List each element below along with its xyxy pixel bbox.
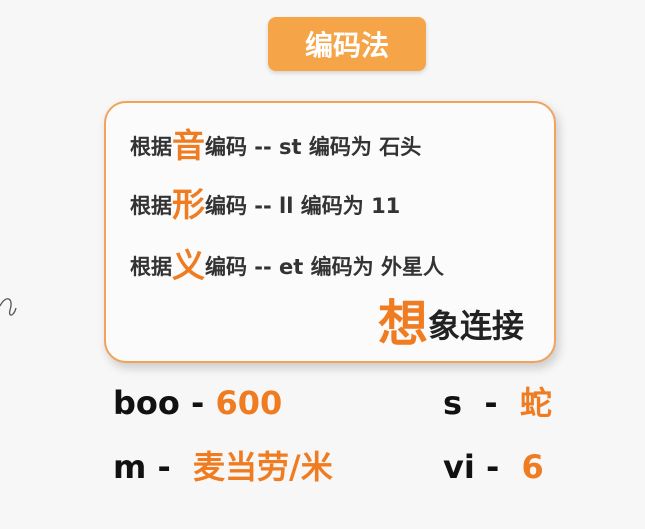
rule-prefix: 根据 bbox=[130, 255, 172, 279]
rule-prefix: 根据 bbox=[130, 194, 172, 218]
handwriting-mark-icon bbox=[0, 298, 17, 316]
slogan-key: 想 bbox=[377, 295, 428, 353]
example-boo: boo - 600 bbox=[113, 387, 282, 419]
rule-key: 形 bbox=[172, 185, 205, 224]
rule-key: 义 bbox=[172, 246, 205, 285]
rule-shape: 根据形编码 -- ll 编码为 11 bbox=[130, 188, 400, 221]
rule-prefix: 根据 bbox=[130, 135, 172, 159]
slogan-text: 象连接 bbox=[427, 307, 524, 345]
rule-text: 编码 -- et 编码为 外星人 bbox=[205, 255, 444, 279]
example-s: s - 蛇 bbox=[443, 387, 552, 419]
example-term: m - bbox=[113, 448, 194, 486]
example-value: 麦当劳/米 bbox=[193, 448, 333, 486]
example-term: boo - bbox=[113, 384, 216, 422]
section-title: 编码法 bbox=[268, 17, 426, 71]
example-term: s - bbox=[443, 384, 520, 422]
example-m: m - 麦当劳/米 bbox=[113, 451, 333, 483]
example-value: 6 bbox=[521, 448, 544, 486]
example-term: vi - bbox=[443, 448, 522, 486]
encoding-rules-card: 根据音编码 -- st 编码为 石头 根据形编码 -- ll 编码为 11 根据… bbox=[104, 101, 556, 363]
rule-text: 编码 -- ll 编码为 11 bbox=[205, 194, 401, 218]
rule-sound: 根据音编码 -- st 编码为 石头 bbox=[130, 129, 421, 162]
example-vi: vi - 6 bbox=[443, 451, 544, 483]
slogan: 想象连接 bbox=[378, 299, 524, 349]
rule-key: 音 bbox=[172, 126, 205, 165]
example-value: 600 bbox=[215, 384, 283, 422]
example-value: 蛇 bbox=[519, 384, 552, 422]
rule-text: 编码 -- st 编码为 石头 bbox=[205, 135, 422, 159]
rule-meaning: 根据义编码 -- et 编码为 外星人 bbox=[130, 249, 444, 282]
